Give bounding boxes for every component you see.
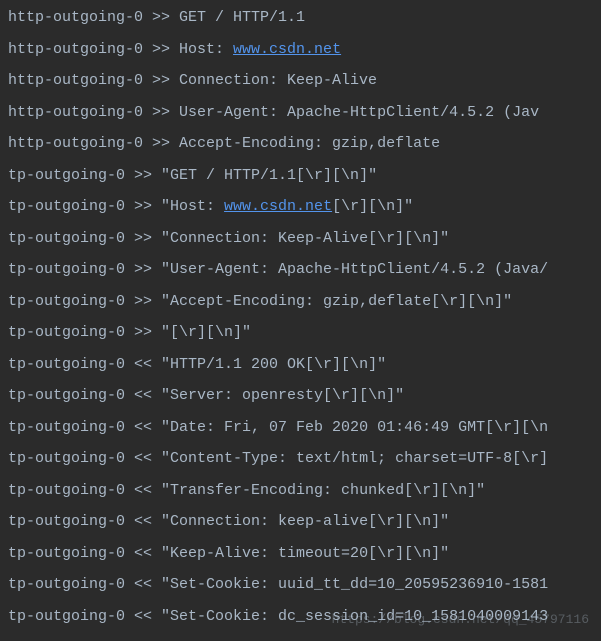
log-text: "Connection: keep-alive[\r][\n]" — [161, 513, 449, 530]
log-prefix: tp-outgoing-0 << — [8, 387, 161, 404]
log-text: GET / HTTP/1.1 — [179, 9, 305, 26]
log-line: tp-outgoing-0 >> "[\r][\n]" — [8, 317, 601, 349]
log-line: tp-outgoing-0 << "Set-Cookie: uuid_tt_dd… — [8, 569, 601, 601]
log-line: tp-outgoing-0 << "Set-Cookie: dc_session… — [8, 601, 601, 633]
log-prefix: http-outgoing-0 >> — [8, 41, 179, 58]
log-text: "[\r][\n]" — [161, 324, 251, 341]
log-prefix: tp-outgoing-0 << — [8, 356, 161, 373]
log-line: tp-outgoing-0 << "Keep-Alive: timeout=20… — [8, 538, 601, 570]
log-prefix: tp-outgoing-0 >> — [8, 324, 161, 341]
log-text: "Transfer-Encoding: chunked[\r][\n]" — [161, 482, 485, 499]
log-text-after: [\r][\n]" — [332, 198, 413, 215]
log-prefix: tp-outgoing-0 >> — [8, 167, 161, 184]
log-line: tp-outgoing-0 >> "User-Agent: Apache-Htt… — [8, 254, 601, 286]
log-text: "Set-Cookie: uuid_tt_dd=10_20595236910-1… — [161, 576, 548, 593]
log-text: "Set-Cookie: dc_session_id=10_1581040009… — [161, 608, 548, 625]
log-prefix: http-outgoing-0 >> — [8, 135, 179, 152]
log-line: tp-outgoing-0 >> "Accept-Encoding: gzip,… — [8, 286, 601, 318]
log-line: tp-outgoing-0 >> "Connection: Keep-Alive… — [8, 223, 601, 255]
log-line: tp-outgoing-0 << "Content-Type: text/htm… — [8, 443, 601, 475]
log-line: tp-outgoing-0 << "Date: Fri, 07 Feb 2020… — [8, 412, 601, 444]
log-text: Accept-Encoding: gzip,deflate — [179, 135, 440, 152]
log-line: tp-outgoing-0 << "HTTP/1.1 200 OK[\r][\n… — [8, 349, 601, 381]
log-output: http-outgoing-0 >> GET / HTTP/1.1http-ou… — [8, 2, 601, 632]
log-line: http-outgoing-0 >> Host: www.csdn.net — [8, 34, 601, 66]
log-line: tp-outgoing-0 >> "GET / HTTP/1.1[\r][\n]… — [8, 160, 601, 192]
log-prefix: tp-outgoing-0 << — [8, 450, 161, 467]
log-prefix: tp-outgoing-0 >> — [8, 230, 161, 247]
log-prefix: tp-outgoing-0 >> — [8, 293, 161, 310]
log-line: http-outgoing-0 >> GET / HTTP/1.1 — [8, 2, 601, 34]
url-link[interactable]: www.csdn.net — [233, 41, 341, 58]
log-text: "Content-Type: text/html; charset=UTF-8[… — [161, 450, 548, 467]
log-prefix: tp-outgoing-0 << — [8, 545, 161, 562]
log-prefix: tp-outgoing-0 << — [8, 576, 161, 593]
log-prefix: tp-outgoing-0 << — [8, 419, 161, 436]
log-line: tp-outgoing-0 << "Transfer-Encoding: chu… — [8, 475, 601, 507]
log-line: http-outgoing-0 >> Accept-Encoding: gzip… — [8, 128, 601, 160]
log-text: "Host: — [161, 198, 224, 215]
log-line: tp-outgoing-0 >> "Host: www.csdn.net[\r]… — [8, 191, 601, 223]
log-prefix: tp-outgoing-0 >> — [8, 198, 161, 215]
log-prefix: http-outgoing-0 >> — [8, 9, 179, 26]
log-text: "Connection: Keep-Alive[\r][\n]" — [161, 230, 449, 247]
log-prefix: tp-outgoing-0 >> — [8, 261, 161, 278]
log-prefix: tp-outgoing-0 << — [8, 513, 161, 530]
log-prefix: http-outgoing-0 >> — [8, 72, 179, 89]
url-link[interactable]: www.csdn.net — [224, 198, 332, 215]
log-prefix: tp-outgoing-0 << — [8, 482, 161, 499]
log-text: Connection: Keep-Alive — [179, 72, 377, 89]
log-text: "Server: openresty[\r][\n]" — [161, 387, 404, 404]
log-line: http-outgoing-0 >> Connection: Keep-Aliv… — [8, 65, 601, 97]
log-text: "HTTP/1.1 200 OK[\r][\n]" — [161, 356, 386, 373]
log-text: "Keep-Alive: timeout=20[\r][\n]" — [161, 545, 449, 562]
log-line: tp-outgoing-0 << "Connection: keep-alive… — [8, 506, 601, 538]
log-line: http-outgoing-0 >> User-Agent: Apache-Ht… — [8, 97, 601, 129]
log-prefix: http-outgoing-0 >> — [8, 104, 179, 121]
log-text: User-Agent: Apache-HttpClient/4.5.2 (Jav — [179, 104, 539, 121]
log-text: Host: — [179, 41, 233, 58]
log-prefix: tp-outgoing-0 << — [8, 608, 161, 625]
log-line: tp-outgoing-0 << "Server: openresty[\r][… — [8, 380, 601, 412]
log-text: "User-Agent: Apache-HttpClient/4.5.2 (Ja… — [161, 261, 548, 278]
log-text: "Accept-Encoding: gzip,deflate[\r][\n]" — [161, 293, 512, 310]
log-text: "GET / HTTP/1.1[\r][\n]" — [161, 167, 377, 184]
log-text: "Date: Fri, 07 Feb 2020 01:46:49 GMT[\r]… — [161, 419, 548, 436]
